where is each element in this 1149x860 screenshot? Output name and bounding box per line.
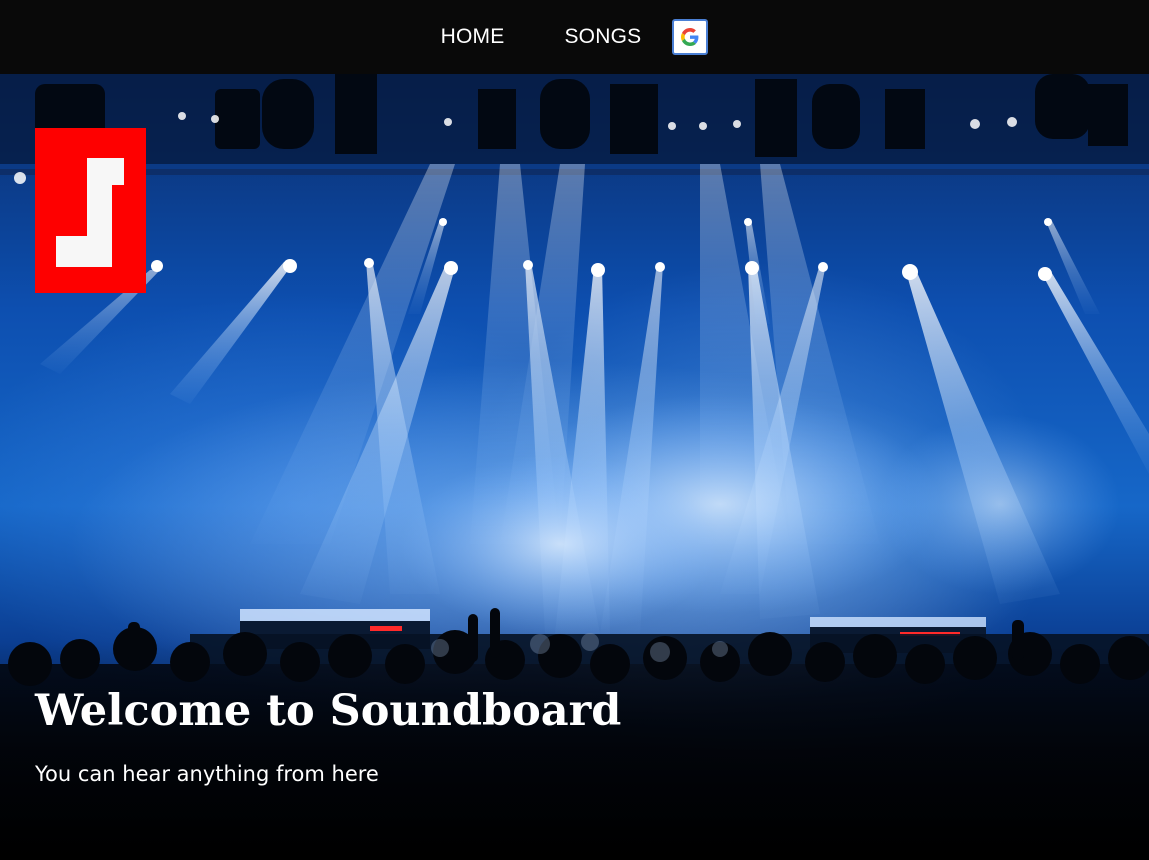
nav-home-link[interactable]: HOME [441, 25, 505, 49]
hero-subtitle: You can hear anything from here [35, 762, 379, 786]
google-icon [681, 28, 699, 46]
soundboard-logo-icon [35, 128, 146, 293]
hero-title: Welcome to Soundboard [35, 686, 622, 736]
concert-stage-illustration [0, 74, 1149, 860]
nav-songs-link[interactable]: SONGS [564, 25, 641, 49]
top-navigation-bar: HOME SONGS [0, 0, 1149, 74]
hero-concert-background: Welcome to Soundboard You can hear anyth… [0, 74, 1149, 860]
soundboard-logo[interactable] [35, 128, 146, 293]
google-sign-in-button[interactable] [672, 19, 709, 55]
